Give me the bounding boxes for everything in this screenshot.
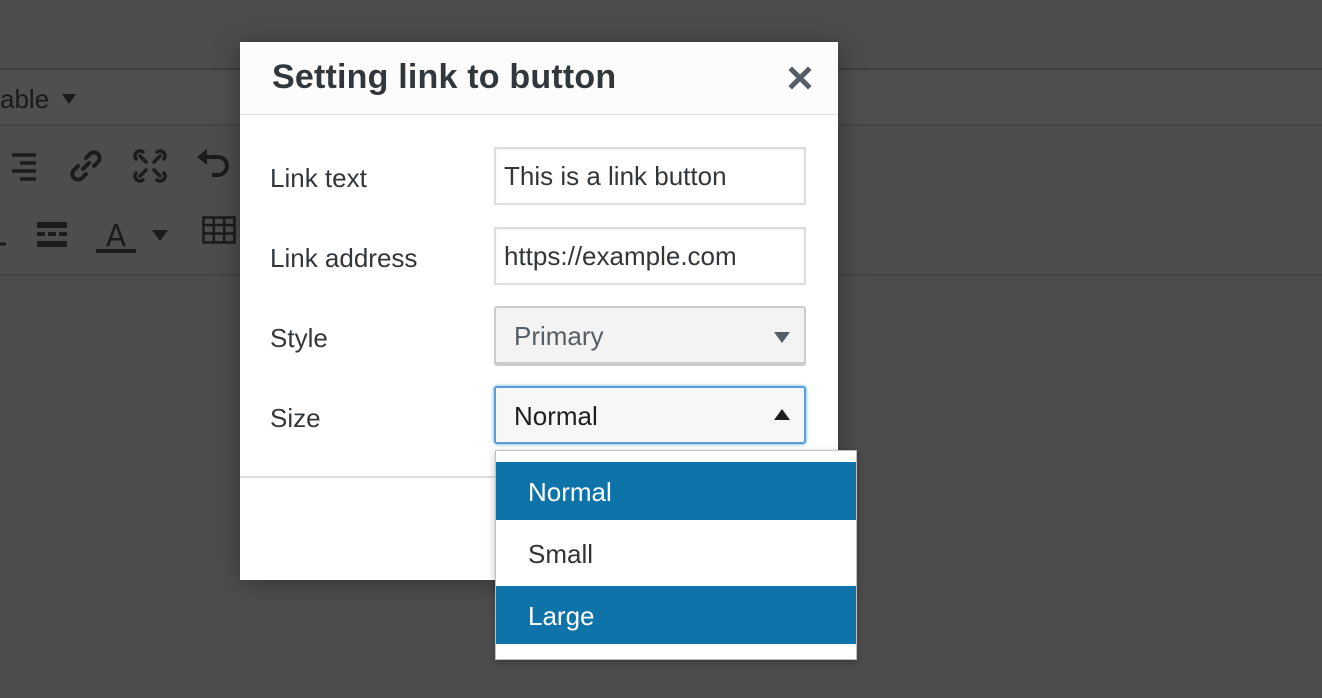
size-row: Size Normal xyxy=(240,386,838,447)
size-option-label: Normal xyxy=(528,477,612,507)
align-right-icon[interactable] xyxy=(6,150,38,182)
chevron-down-icon xyxy=(774,332,790,343)
size-option-normal[interactable]: Normal xyxy=(496,462,856,520)
menu-caret-down-icon[interactable] xyxy=(62,94,76,104)
unlink-icon[interactable] xyxy=(132,148,168,184)
undo-icon[interactable] xyxy=(194,148,234,184)
text-color-caret-icon[interactable] xyxy=(152,230,168,241)
link-text-label: Link text xyxy=(270,163,367,193)
table-icon[interactable] xyxy=(202,216,236,244)
close-icon[interactable] xyxy=(782,60,818,96)
link-address-input[interactable] xyxy=(494,227,806,285)
style-row: Style Primary xyxy=(240,306,838,367)
svg-text:A: A xyxy=(106,219,127,254)
text-color-icon[interactable]: A xyxy=(94,216,138,256)
link-address-row: Link address xyxy=(240,227,838,287)
size-option-small[interactable]: Small xyxy=(496,524,856,582)
size-option-label: Small xyxy=(528,539,594,569)
link-text-row: Link text xyxy=(240,147,838,207)
size-select-value: Normal xyxy=(514,401,598,431)
size-option-label: Large xyxy=(528,601,595,631)
chevron-up-icon xyxy=(774,409,790,420)
link-address-label: Link address xyxy=(270,243,418,273)
style-select-value: Primary xyxy=(514,321,604,351)
dialog-title: Setting link to button xyxy=(272,58,617,96)
style-select[interactable]: Primary xyxy=(494,306,806,364)
menu-table-label[interactable]: able xyxy=(0,84,49,115)
style-label: Style xyxy=(270,323,328,353)
horizontal-line-icon[interactable] xyxy=(36,220,68,250)
link-text-input[interactable] xyxy=(494,147,806,205)
dialog-header: Setting link to button xyxy=(240,42,838,115)
size-select[interactable]: Normal xyxy=(494,386,806,444)
size-option-large[interactable]: Large xyxy=(496,586,856,644)
size-dropdown-list: Normal Small Large xyxy=(495,450,857,660)
size-label: Size xyxy=(270,403,321,433)
link-icon[interactable] xyxy=(68,148,104,184)
indent-icon[interactable] xyxy=(0,222,10,248)
